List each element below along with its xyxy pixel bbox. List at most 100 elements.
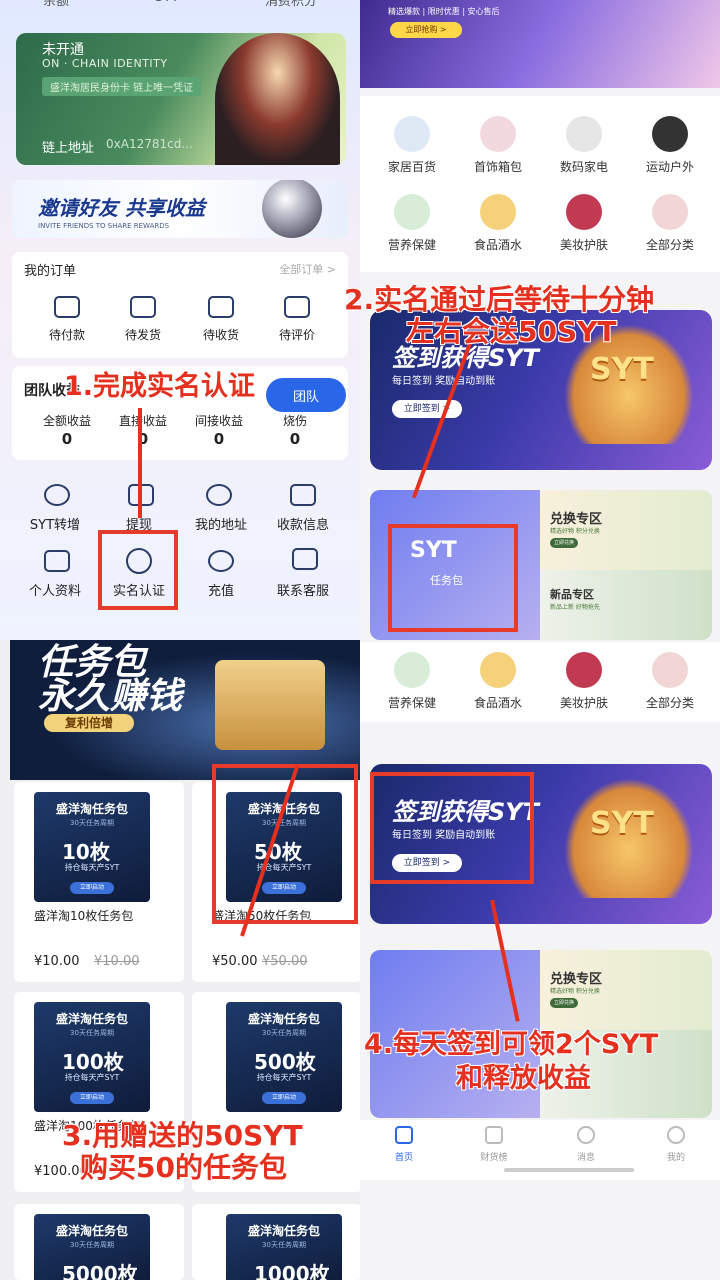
category-item[interactable]: 首饰箱包 — [458, 116, 538, 175]
total-earnings-label: 全额收益 — [42, 414, 91, 428]
exchange-title: 兑换专区 — [550, 512, 603, 527]
shop-banner-tags: 精选爆款 | 限时优惠 | 安心售后 — [388, 7, 500, 16]
cosmetics-icon — [566, 652, 602, 688]
profile-card-icon[interactable] — [44, 550, 70, 572]
product-desc: 持仓每天产SYT — [64, 863, 120, 872]
sports-icon — [652, 116, 688, 152]
payment-info[interactable]: 收款信息 — [268, 514, 338, 533]
chest-syt-label: SYT — [590, 806, 654, 841]
category-item[interactable]: 运动户外 — [630, 116, 710, 175]
orders-panel: 我的订单 全部订单 > 待付款 待发货 待收货 待评价 — [12, 252, 348, 358]
category-item[interactable]: 营养保健 — [372, 652, 452, 711]
recharge-icon[interactable] — [208, 550, 234, 572]
category-item[interactable]: 食品酒水 — [458, 194, 538, 253]
order-pending-ship[interactable]: 待发货 — [108, 326, 178, 343]
health-icon — [394, 652, 430, 688]
category-label: 数码家电 — [559, 160, 608, 174]
tab-label: 首页 — [394, 1153, 413, 1163]
exchange-sub: 精选好物 积分兑换 — [550, 988, 600, 995]
payment-info-icon[interactable] — [290, 484, 316, 506]
tab-home[interactable]: 首页 — [374, 1126, 434, 1163]
all-orders-link[interactable]: 全部订单 > — [279, 261, 336, 277]
product-brand: 盛洋淘任务包 — [55, 1224, 128, 1238]
category-grid-repeat: 营养保健 食品酒水 美妆护肤 全部分类 — [360, 642, 720, 722]
category-item[interactable]: 美妆护肤 — [544, 652, 624, 711]
transfer-icon[interactable] — [44, 484, 70, 506]
product-start-button[interactable]: 立即启动 — [70, 1092, 114, 1104]
product-desc: 持仓每天产SYT — [64, 1073, 120, 1082]
jewelry-icon — [480, 116, 516, 152]
chain-address-value: 0xA12781cd... — [106, 137, 193, 151]
order-pending-receive[interactable]: 待收货 — [186, 326, 256, 343]
product-image: 盛洋淘任务包 30天任务周期 1000枚 — [226, 1214, 342, 1280]
product-start-button[interactable]: 立即启动 — [262, 1092, 306, 1104]
tab-label: 财货榜 — [480, 1153, 508, 1163]
tab-label: 消息 — [576, 1153, 595, 1163]
warrior-avatar-image — [215, 33, 340, 165]
tab-messages[interactable]: 消息 — [556, 1126, 616, 1163]
product-card[interactable]: 盛洋淘任务包 30天任务周期 5000枚 — [14, 1204, 184, 1280]
category-label: 营养保健 — [387, 238, 436, 252]
product-cycle: 30天任务周期 — [70, 1029, 114, 1037]
buy-now-button[interactable]: 立即抢购 > — [390, 22, 462, 38]
category-label: 运动户外 — [645, 160, 694, 174]
annotation-step2b: 左右会送50SYT — [406, 315, 617, 348]
task-banner: 任务包 永久赚钱 复利倍增 — [10, 640, 360, 780]
category-label: 食品酒水 — [473, 238, 522, 252]
my-address[interactable]: 我的地址 — [186, 514, 256, 533]
product-brand: 盛洋淘任务包 — [55, 802, 128, 816]
shop-banner[interactable]: 精选爆款 | 限时优惠 | 安心售后 立即抢购 > — [360, 0, 720, 88]
review-icon[interactable] — [284, 296, 310, 318]
category-label: 家居百货 — [387, 160, 436, 174]
category-label: 美妆护肤 — [559, 696, 608, 710]
contact-support[interactable]: 联系客服 — [268, 580, 338, 599]
total-earnings-value: 0 — [61, 430, 73, 448]
syt-transfer[interactable]: SYT转增 — [20, 514, 90, 533]
exchange-zone[interactable]: 兑换专区 精选好物 积分兑换 立即兑换 — [540, 950, 712, 1030]
ship-icon[interactable] — [130, 296, 156, 318]
home-icon — [395, 1126, 413, 1144]
team-button[interactable]: 团队 — [266, 378, 346, 412]
product-amount: 100枚 — [62, 1050, 124, 1074]
recharge[interactable]: 充值 — [186, 580, 256, 599]
profile-panel: 余额 SYT 消费积分 未开通 ON · CHAIN IDENTITY 盛洋淘居… — [0, 0, 360, 640]
support-icon[interactable] — [292, 548, 318, 570]
all-categories-icon — [652, 194, 688, 230]
new-product-zone[interactable]: 新品专区 新品上新 好物抢先 — [540, 570, 712, 640]
personal-info[interactable]: 个人资料 — [20, 580, 90, 599]
category-item[interactable]: 营养保健 — [372, 194, 452, 253]
product-old-price: ¥10.00 — [94, 954, 140, 969]
category-item[interactable]: 全部分类 — [630, 652, 710, 711]
exchange-zone[interactable]: 兑换专区 精选好物 积分兑换 立即兑换 — [540, 490, 712, 570]
category-item[interactable]: 家居百货 — [372, 116, 452, 175]
sign-in-button[interactable]: 立即签到 > — [392, 400, 462, 418]
product-card[interactable]: 盛洋淘任务包 30天任务周期 10枚 持仓每天产SYT 立即启动 盛洋淘10枚任… — [14, 782, 184, 982]
tab-ranking[interactable]: 财货榜 — [464, 1126, 524, 1163]
exchange-button[interactable]: 立即兑换 — [550, 998, 578, 1008]
balance-label: 余额 — [42, 0, 69, 9]
category-item[interactable]: 食品酒水 — [458, 652, 538, 711]
order-pending-review[interactable]: 待评价 — [262, 326, 332, 343]
order-pending-pay[interactable]: 待付款 — [32, 326, 102, 343]
identity-card[interactable]: 未开通 ON · CHAIN IDENTITY 盛洋淘居民身份卡 链上唯一凭证 … — [16, 33, 346, 165]
orders-title: 我的订单 — [24, 264, 77, 279]
tab-label: 我的 — [666, 1153, 685, 1163]
exchange-button[interactable]: 立即兑换 — [550, 538, 578, 548]
product-price: ¥10.00 — [34, 954, 80, 969]
truck-icon[interactable] — [208, 296, 234, 318]
treasure-chest-image — [215, 660, 325, 750]
indirect-earnings-value: 0 — [213, 430, 225, 448]
product-card[interactable]: 盛洋淘任务包 30天任务周期 1000枚 — [192, 1204, 362, 1280]
burn-value: 0 — [289, 430, 301, 448]
category-item[interactable]: 数码家电 — [544, 116, 624, 175]
category-item[interactable]: 美妆护肤 — [544, 194, 624, 253]
tab-mine[interactable]: 我的 — [646, 1126, 706, 1163]
highlight-sign-in — [370, 772, 534, 884]
product-desc: 持仓每天产SYT — [256, 1073, 312, 1082]
sign-in-sub: 每日签到 奖励自动到账 — [392, 376, 496, 387]
address-icon[interactable] — [206, 484, 232, 506]
invite-banner[interactable]: 邀请好友 共享收益 INVITE FRIENDS TO SHARE REWARD… — [12, 180, 348, 238]
product-start-button[interactable]: 立即启动 — [70, 882, 114, 894]
wallet-icon[interactable] — [54, 296, 80, 318]
category-item[interactable]: 全部分类 — [630, 194, 710, 253]
